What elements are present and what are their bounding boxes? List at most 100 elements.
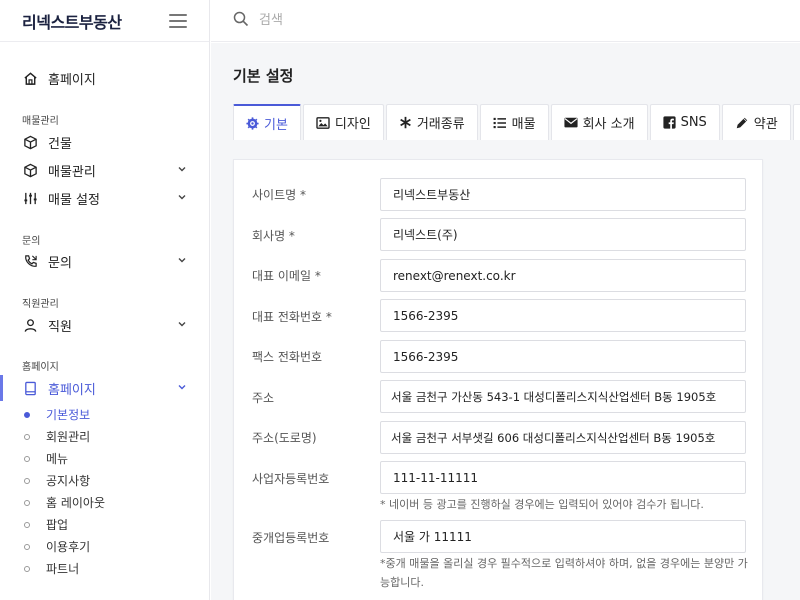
box-icon	[22, 134, 38, 150]
settings-form-card: 사이트명 * 회사명 * 대표 이메일 * 대표 전화번호 * 팩스 전화번호 …	[233, 159, 763, 600]
sub-item-label: 회원관리	[46, 430, 91, 444]
chevron-down-icon	[177, 191, 187, 206]
tab-label: SNS	[680, 115, 707, 130]
sub-item-members[interactable]: 회원관리	[22, 428, 90, 445]
tab-basic[interactable]: 기본	[233, 104, 301, 140]
bullet-icon	[24, 411, 30, 418]
search-icon	[233, 11, 249, 31]
box-icon	[22, 162, 38, 178]
tab-sns[interactable]: SNS	[649, 104, 720, 140]
image-icon	[316, 116, 330, 129]
sidebar-item-building[interactable]: 건물	[22, 131, 187, 153]
sub-item-label: 팝업	[46, 518, 69, 532]
sidebar-item-inquiry[interactable]: 문의	[22, 250, 187, 272]
tab-company-intro[interactable]: 회사 소개	[550, 104, 648, 140]
list-icon	[493, 117, 507, 129]
site-name-label: 사이트명 *	[252, 188, 306, 202]
sub-item-label: 메뉴	[46, 452, 69, 466]
sub-item-home-layout[interactable]: 홈 레이아웃	[22, 494, 105, 511]
section-label-listings: 매물관리	[22, 116, 59, 127]
sidebar-item-label: 매물관리	[48, 164, 96, 180]
hamburger-menu-icon[interactable]	[169, 13, 187, 28]
address-field[interactable]	[380, 380, 746, 413]
bullet-icon	[24, 433, 30, 440]
sidebar-item-homepage-settings[interactable]: 홈페이지	[22, 377, 187, 399]
sidebar-item-label: 건물	[48, 136, 72, 152]
gear-icon	[246, 116, 259, 130]
tab-label: 매물	[511, 117, 536, 132]
bullet-icon	[24, 477, 30, 484]
tab-trade-types[interactable]: 거래종류	[385, 104, 478, 140]
home-icon	[22, 70, 38, 86]
biz-number-field[interactable]	[380, 461, 746, 494]
sidebar-item-label: 홈페이지	[48, 382, 96, 398]
book-icon	[22, 380, 38, 396]
sidebar-item-label: 직원	[48, 319, 72, 335]
brand-bar: 리넥스트부동산	[0, 0, 209, 42]
fax-label: 팩스 전화번호	[252, 350, 323, 364]
sub-item-label: 이용후기	[46, 540, 91, 554]
main-content: 기본 설정 기본 디자인 거래종류 매물 회사 소개 SNS 약관 사이트명 *…	[211, 43, 800, 600]
tab-listings[interactable]: 매물	[479, 104, 549, 140]
sidebar-item-homepage[interactable]: 홈페이지	[22, 67, 187, 89]
user-icon	[22, 317, 38, 333]
asterisk-icon	[399, 116, 412, 129]
sidebar-item-listing-management[interactable]: 매물관리	[22, 159, 187, 181]
broker-number-label: 중개업등록번호	[252, 531, 330, 545]
sidebar: 리넥스트부동산 홈페이지 매물관리 건물 매물관리 매물 설정 문의 문의 직원…	[0, 0, 210, 600]
email-field[interactable]	[380, 259, 746, 292]
fax-field[interactable]	[380, 340, 746, 373]
road-address-label: 주소(도로명)	[252, 431, 317, 445]
sub-item-partners[interactable]: 파트너	[22, 560, 79, 577]
chevron-down-icon	[177, 381, 187, 396]
sub-item-notices[interactable]: 공지사항	[22, 472, 90, 489]
biz-number-label: 사업자등록번호	[252, 472, 330, 486]
road-address-field[interactable]	[380, 421, 746, 454]
company-name-field[interactable]	[380, 218, 746, 251]
section-label-staff: 직원관리	[22, 299, 59, 310]
sidebar-item-staff[interactable]: 직원	[22, 314, 187, 336]
sub-item-label: 공지사항	[46, 474, 91, 488]
sidebar-item-label: 매물 설정	[48, 192, 100, 208]
phone-icon	[22, 253, 38, 269]
sub-item-basic-info[interactable]: 기본정보	[22, 406, 90, 423]
bullet-icon	[24, 521, 30, 528]
bullet-icon	[24, 543, 30, 550]
tab-more[interactable]	[792, 104, 800, 140]
email-label: 대표 이메일 *	[252, 269, 321, 283]
chevron-down-icon	[177, 163, 187, 178]
site-name-field[interactable]	[380, 178, 746, 211]
chevron-down-icon	[177, 318, 187, 333]
search-input[interactable]	[259, 13, 559, 28]
tab-design[interactable]: 디자인	[302, 104, 384, 140]
section-label-inquiry: 문의	[22, 236, 41, 247]
tab-label: 약관	[753, 117, 778, 132]
section-label-homepage: 홈페이지	[22, 362, 59, 373]
phone-label: 대표 전화번호 *	[252, 310, 332, 324]
tab-label: 기본	[264, 117, 288, 133]
envelope-icon	[564, 117, 578, 128]
pen-icon	[735, 116, 749, 130]
sub-item-reviews[interactable]: 이용후기	[22, 538, 90, 555]
sub-item-label: 홈 레이아웃	[46, 496, 106, 510]
broker-number-field[interactable]	[380, 520, 746, 553]
tab-terms[interactable]: 약관	[721, 104, 791, 140]
biz-number-hint: * 네이버 등 광고를 진행하실 경우에는 입력되어 있어야 검수가 됩니다.	[380, 498, 704, 511]
tab-label: 디자인	[334, 117, 371, 132]
broker-number-hint: *중개 매물을 올리실 경우 필수적으로 입력하셔야 하며, 없을 경우에는 분…	[380, 557, 748, 589]
sub-item-popup[interactable]: 팝업	[22, 516, 68, 533]
settings-tabs: 기본 디자인 거래종류 매물 회사 소개 SNS 약관	[233, 104, 800, 140]
sidebar-item-label: 홈페이지	[48, 72, 96, 88]
phone-field[interactable]	[380, 299, 746, 332]
sub-item-label: 파트너	[46, 562, 80, 576]
sub-item-menu[interactable]: 메뉴	[22, 450, 68, 467]
sidebar-item-listing-settings[interactable]: 매물 설정	[22, 187, 187, 209]
brand-logo[interactable]: 리넥스트부동산	[22, 9, 122, 33]
company-name-label: 회사명 *	[252, 229, 295, 243]
bullet-icon	[24, 455, 30, 462]
page-title: 기본 설정	[233, 67, 294, 85]
sub-item-label: 기본정보	[46, 408, 91, 422]
bullet-icon	[24, 499, 30, 506]
facebook-icon	[662, 116, 676, 129]
tab-label: 거래종류	[416, 117, 465, 132]
